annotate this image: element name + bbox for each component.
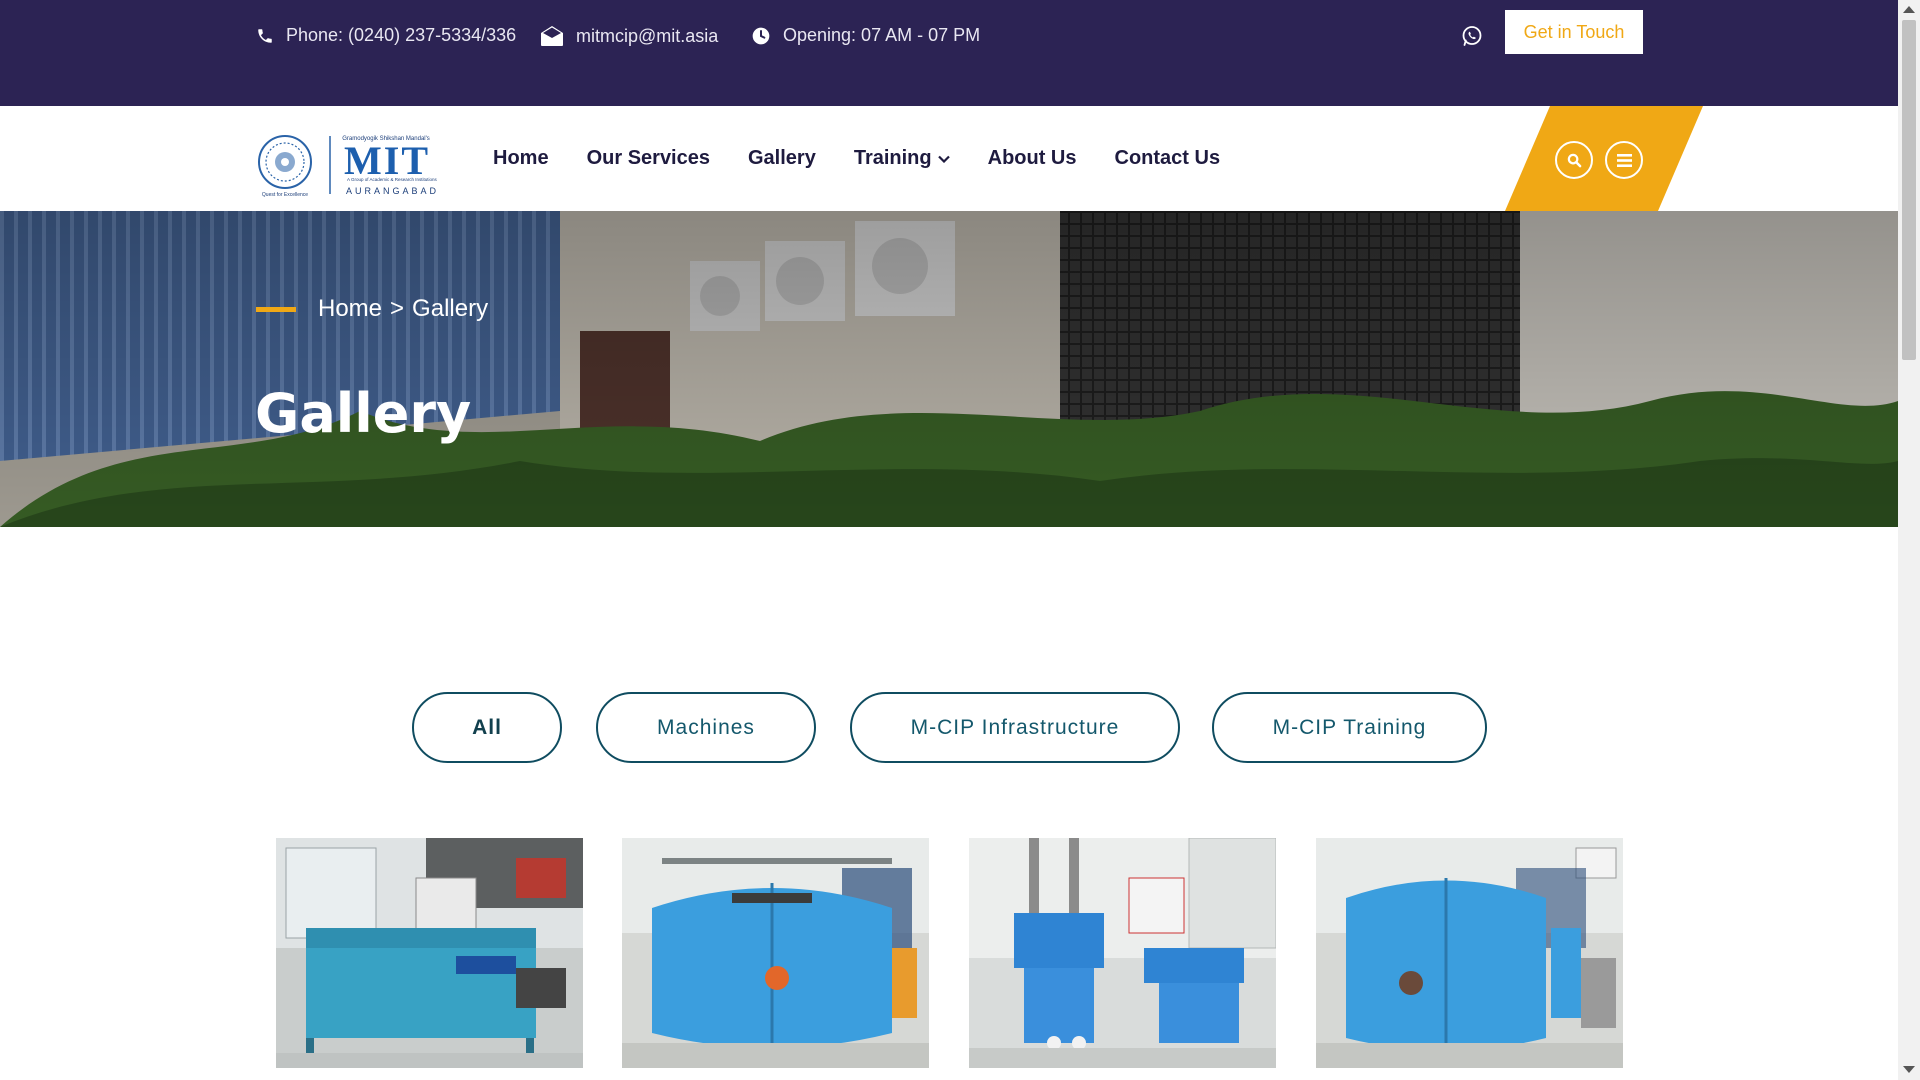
filter-mcip-infrastructure-button[interactable]: M-CIP Infrastructure	[850, 692, 1180, 763]
machine-photo-2	[622, 838, 929, 1068]
phone-info[interactable]: Phone: (0240) 237-5334/336	[256, 25, 516, 46]
email-text: mitmcip@mit.asia	[576, 25, 719, 46]
scrollbar-thumb[interactable]	[1902, 20, 1916, 360]
hamburger-menu-icon	[1616, 153, 1632, 167]
gallery-item-machine-2[interactable]	[622, 838, 929, 1068]
machine-photo-4	[1316, 838, 1623, 1068]
svg-text:Quest for Excellence: Quest for Excellence	[262, 192, 308, 198]
mit-logo[interactable]: Gramodyogik Shikshan Mandal's MIT A Grou…	[256, 132, 452, 198]
gallery-item-machine-4[interactable]	[1316, 838, 1623, 1068]
hero-background-image	[0, 211, 1898, 527]
svg-text:AURANGABAD: AURANGABAD	[346, 186, 439, 196]
nav-training[interactable]: Training	[854, 147, 950, 170]
clock-icon	[752, 27, 770, 44]
phone-text: Phone: (0240) 237-5334/336	[286, 25, 517, 45]
gallery-item-machine-1[interactable]	[276, 838, 583, 1068]
machine-photo-1	[276, 838, 583, 1068]
nav-home[interactable]: Home	[493, 147, 549, 170]
gallery-filter-bar: All Machines M-CIP Infrastructure M-CIP …	[0, 692, 1898, 767]
hours-info: Opening: 07 AM - 07 PM	[751, 25, 980, 46]
filter-machines-button[interactable]: Machines	[596, 692, 816, 763]
nav-contact-us-label: Contact Us	[1114, 147, 1221, 169]
filter-all-button[interactable]: All	[412, 692, 562, 763]
filter-mcip-training-button[interactable]: M-CIP Training	[1212, 692, 1487, 763]
page-title: Gallery	[255, 382, 472, 445]
nav-training-label: Training	[853, 147, 932, 169]
scroll-down-arrow[interactable]	[1903, 1066, 1915, 1073]
nav-our-services[interactable]: Our Services	[587, 147, 710, 170]
chevron-down-icon	[937, 155, 950, 163]
machine-photo-3	[969, 838, 1276, 1068]
gallery-item-machine-3[interactable]	[969, 838, 1276, 1068]
phone-icon	[258, 28, 272, 43]
nav-action-panel	[1505, 106, 1703, 211]
main-nav: Home Our Services Gallery Training About…	[493, 106, 1258, 211]
menu-button[interactable]	[1605, 141, 1643, 179]
hours-text: Opening: 07 AM - 07 PM	[783, 25, 981, 45]
envelope-icon	[541, 26, 563, 46]
nav-gallery-label: Gallery	[748, 147, 816, 169]
get-in-touch-button[interactable]: Get in Touch	[1505, 10, 1643, 54]
search-icon	[1567, 153, 1581, 167]
email-info[interactable]: mitmcip@mit.asia	[540, 25, 718, 47]
search-button[interactable]	[1555, 141, 1593, 179]
breadcrumb: Home > Gallery	[256, 295, 488, 323]
breadcrumb-separator: >	[390, 295, 405, 322]
scroll-up-arrow[interactable]	[1903, 6, 1915, 13]
nav-about-us-label: About Us	[987, 147, 1077, 169]
whatsapp-icon[interactable]	[1460, 24, 1484, 48]
nav-our-services-label: Our Services	[586, 147, 710, 169]
breadcrumb-accent-bar	[256, 306, 296, 312]
nav-about-us[interactable]: About Us	[988, 147, 1077, 170]
breadcrumb-current: Gallery	[412, 295, 489, 322]
nav-home-label: Home	[493, 147, 549, 169]
nav-gallery[interactable]: Gallery	[748, 147, 816, 170]
nav-contact-us[interactable]: Contact Us	[1115, 147, 1221, 170]
svg-text:A Group of Academic & Research: A Group of Academic & Research Instituti…	[347, 177, 438, 182]
hero-banner	[0, 211, 1898, 527]
breadcrumb-home-link[interactable]: Home	[318, 295, 382, 323]
top-contact-bar: Phone: (0240) 237-5334/336 mitmcip@mit.a…	[0, 0, 1898, 106]
